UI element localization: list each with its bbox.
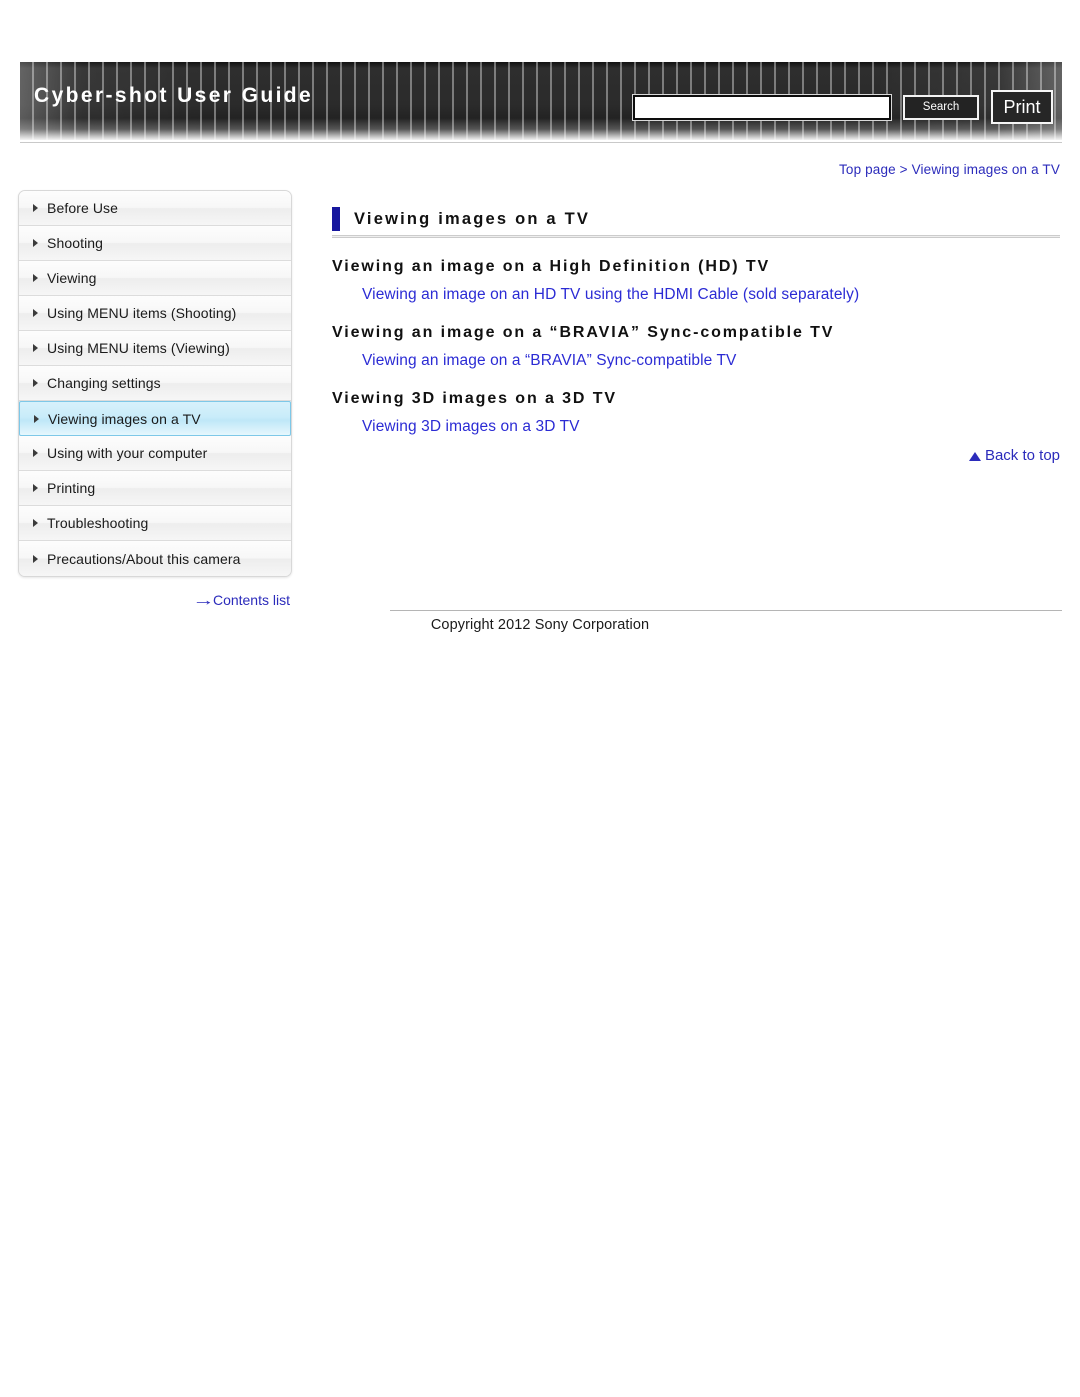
print-button[interactable]: Print — [991, 90, 1053, 124]
chevron-right-icon — [33, 379, 38, 387]
contents-list-link[interactable]: →Contents list — [18, 592, 290, 609]
footer-divider — [390, 610, 1062, 611]
sidebar-item-using-menu-items-shooting[interactable]: Using MENU items (Shooting) — [19, 296, 291, 331]
sidebar-item-viewing[interactable]: Viewing — [19, 261, 291, 296]
contents-list-label: Contents list — [212, 592, 290, 608]
sidebar-item-label: Troubleshooting — [47, 515, 149, 531]
section-link-3d-tv[interactable]: Viewing 3D images on a 3D TV — [362, 418, 1060, 436]
breadcrumb[interactable]: Top page > Viewing images on a TV — [839, 162, 1060, 177]
page-title-divider — [332, 235, 1060, 238]
chevron-right-icon — [33, 449, 38, 457]
chevron-right-icon — [33, 239, 38, 247]
header-divider — [20, 142, 1062, 143]
sidebar-nav: Before Use Shooting Viewing Using MENU i… — [18, 190, 292, 577]
page-title: Viewing images on a TV — [354, 209, 591, 228]
section-link-hdmi-cable[interactable]: Viewing an image on an HD TV using the H… — [362, 286, 1060, 304]
chevron-right-icon — [34, 414, 39, 423]
search-input[interactable] — [633, 95, 891, 120]
sidebar-item-label: Viewing — [47, 270, 97, 286]
sidebar-item-label: Changing settings — [47, 375, 161, 391]
page-title-row: Viewing images on a TV — [332, 206, 1060, 232]
back-to-top-label: Back to top — [984, 447, 1060, 464]
triangle-up-icon — [968, 452, 981, 461]
sidebar-item-label: Using MENU items (Viewing) — [47, 340, 230, 356]
chevron-right-icon — [33, 344, 38, 352]
chevron-right-icon — [33, 204, 38, 212]
sidebar-item-label: Using with your computer — [47, 445, 208, 461]
chevron-right-icon — [33, 309, 38, 317]
sidebar-item-label: Precautions/About this camera — [47, 550, 241, 567]
sidebar-item-troubleshooting[interactable]: Troubleshooting — [19, 506, 291, 541]
section-heading-3d-tv: Viewing 3D images on a 3D TV — [332, 390, 617, 407]
sidebar-item-printing[interactable]: Printing — [19, 471, 291, 506]
arrow-right-icon: → — [192, 592, 215, 609]
sidebar-item-changing-settings[interactable]: Changing settings — [19, 366, 291, 401]
copyright-text: Copyright 2012 Sony Corporation — [430, 617, 650, 633]
sidebar-item-shooting[interactable]: Shooting — [19, 226, 291, 261]
title-accent-bar — [332, 207, 340, 231]
section-link-bravia-sync[interactable]: Viewing an image on a “BRAVIA” Sync-comp… — [362, 352, 1060, 370]
back-to-top-link[interactable]: Back to top — [332, 447, 1060, 464]
sidebar-item-label: Viewing images on a TV — [48, 410, 201, 427]
sidebar-item-viewing-images-on-a-tv[interactable]: Viewing images on a TV — [19, 401, 291, 436]
main-content: Viewing images on a TV Viewing an image … — [332, 206, 1060, 464]
chevron-right-icon — [33, 274, 38, 282]
chevron-right-icon — [33, 484, 38, 492]
sidebar-item-label: Shooting — [47, 235, 104, 251]
site-title: Cyber-shot User Guide — [34, 84, 314, 107]
site-header: Cyber-shot User Guide Search Print — [20, 62, 1062, 140]
search-button[interactable]: Search — [903, 95, 979, 120]
sidebar-item-label: Using MENU items (Shooting) — [47, 305, 237, 321]
section-heading-bravia-sync: Viewing an image on a “BRAVIA” Sync-comp… — [332, 324, 835, 341]
sidebar-item-before-use[interactable]: Before Use — [19, 191, 291, 226]
sidebar-item-using-with-your-computer[interactable]: Using with your computer — [19, 436, 291, 471]
chevron-right-icon — [33, 554, 38, 563]
chevron-right-icon — [33, 519, 38, 527]
sidebar-item-using-menu-items-viewing[interactable]: Using MENU items (Viewing) — [19, 331, 291, 366]
section-heading-hd-tv: Viewing an image on a High Definition (H… — [332, 258, 771, 275]
sidebar-item-label: Printing — [47, 480, 96, 496]
sidebar-item-precautions-about-this-camera[interactable]: Precautions/About this camera — [19, 541, 291, 576]
sidebar-item-label: Before Use — [47, 200, 119, 216]
